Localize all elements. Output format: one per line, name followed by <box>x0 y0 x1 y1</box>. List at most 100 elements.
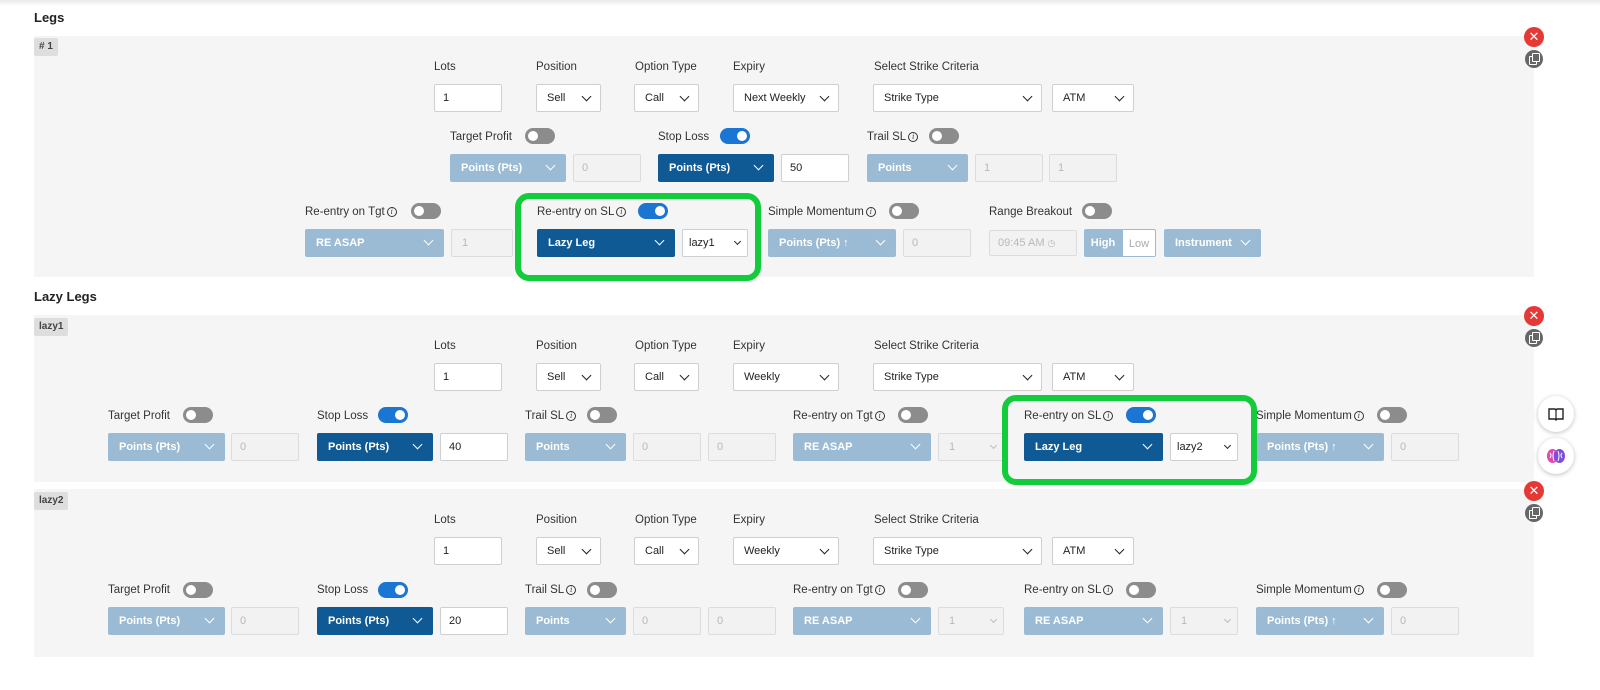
leg-1-lots-input[interactable]: 1 <box>434 84 502 112</box>
leg-1-simple-momentum-value[interactable]: 0 <box>903 229 971 257</box>
leg-1-trail-sl-value-1[interactable]: 1 <box>975 154 1043 182</box>
lazy1-target-profit-toggle[interactable] <box>183 407 213 423</box>
lazy1-target-profit-label: Target Profit <box>108 410 170 422</box>
brain-icon[interactable] <box>1538 438 1574 474</box>
leg-1-reentry-tgt-count-select[interactable]: 1 <box>451 229 513 257</box>
lazy1-trail-sl-value-1[interactable]: 0 <box>633 433 701 461</box>
lazy2-target-profit-type-dropdown[interactable]: Points (Pts) <box>108 607 225 635</box>
lazy1-option-type-select[interactable]: Call <box>634 363 699 391</box>
lazy1-stop-loss-type-dropdown[interactable]: Points (Pts) <box>317 433 433 461</box>
leg-1-stop-loss-value[interactable]: 50 <box>781 154 849 182</box>
leg-1-reentry-tgt-type-dropdown[interactable]: RE ASAP <box>305 229 444 257</box>
leg-1-expiry-select[interactable]: Next Weekly <box>733 84 839 112</box>
lazy2-target-profit-toggle[interactable] <box>183 582 213 598</box>
leg-1-trail-sl-type-dropdown[interactable]: Points <box>867 154 968 182</box>
lazy1-expiry-label: Expiry <box>733 340 765 352</box>
leg-1-strike-type-select[interactable]: Strike Type <box>873 84 1042 112</box>
lazy1-trail-sl-type-dropdown[interactable]: Points <box>525 433 626 461</box>
lazy1-lots-label: Lots <box>434 340 456 352</box>
lazy1-reentry-tgt-toggle[interactable] <box>898 407 928 423</box>
lazy1-strike-criteria-label: Select Strike Criteria <box>874 340 979 352</box>
lazy1-reentry-tgt-count-select[interactable]: 1 <box>938 433 1004 461</box>
lazy2-option-type-select[interactable]: Call <box>634 537 699 565</box>
info-icon: i <box>1353 585 1364 595</box>
highlight-box <box>1002 395 1257 485</box>
lazy-legs-section-title: Lazy Legs <box>34 289 97 304</box>
lazy1-strike-type-select[interactable]: Strike Type <box>873 363 1042 391</box>
leg-1-trail-sl-value-2[interactable]: 1 <box>1049 154 1117 182</box>
leg-1-position-select[interactable]: Sell <box>536 84 601 112</box>
lazy2-simple-momentum-label: Simple Momentum i <box>1256 583 1364 597</box>
lazy2-reentry-sl-toggle[interactable] <box>1126 582 1156 598</box>
lazy1-position-label: Position <box>536 340 577 352</box>
lazy2-stop-loss-type-dropdown[interactable]: Points (Pts) <box>317 607 433 635</box>
lazy2-trail-sl-value-1[interactable]: 0 <box>633 607 701 635</box>
leg-1-delete-icon[interactable]: ✕ <box>1524 27 1544 47</box>
lazy1-simple-momentum-toggle[interactable] <box>1377 407 1407 423</box>
lazy1-lots-input[interactable]: 1 <box>434 363 502 391</box>
leg-1-range-low-button[interactable]: Low <box>1122 229 1156 257</box>
lazy1-trail-sl-toggle[interactable] <box>587 407 617 423</box>
lazy1-position-select[interactable]: Sell <box>536 363 601 391</box>
lazy2-position-select[interactable]: Sell <box>536 537 601 565</box>
lazy2-strike-value-select[interactable]: ATM <box>1052 537 1134 565</box>
lazy2-stop-loss-toggle[interactable] <box>378 582 408 598</box>
lazy2-copy-icon[interactable] <box>1525 504 1543 522</box>
lazy1-reentry-tgt-type-dropdown[interactable]: RE ASAP <box>793 433 931 461</box>
lazy1-expiry-select[interactable]: Weekly <box>733 363 839 391</box>
lazy1-simple-momentum-label: Simple Momentum i <box>1256 409 1364 423</box>
leg-1-target-profit-type-dropdown[interactable]: Points (Pts) <box>450 154 566 182</box>
lazy1-stop-loss-toggle[interactable] <box>378 407 408 423</box>
leg-1-range-breakout-time-input[interactable]: 09:45 AM ◷ <box>989 230 1077 256</box>
leg-1-simple-momentum-type-dropdown[interactable]: Points (Pts) ↑ <box>768 229 896 257</box>
lazy1-target-profit-value[interactable]: 0 <box>231 433 299 461</box>
leg-1-copy-icon[interactable] <box>1525 50 1543 68</box>
lazy2-trail-sl-type-dropdown[interactable]: Points <box>525 607 626 635</box>
lazy2-simple-momentum-toggle[interactable] <box>1377 582 1407 598</box>
lazy2-simple-momentum-value[interactable]: 0 <box>1391 607 1459 635</box>
lazy2-reentry-sl-type-dropdown[interactable]: RE ASAP <box>1024 607 1163 635</box>
lazy2-reentry-tgt-toggle[interactable] <box>898 582 928 598</box>
info-icon: i <box>908 132 919 142</box>
lazy2-reentry-tgt-count-select[interactable]: 1 <box>938 607 1004 635</box>
leg-1-range-breakout-toggle[interactable] <box>1082 203 1112 219</box>
leg-1-range-high-button[interactable]: High <box>1084 229 1122 257</box>
lazy2-expiry-select[interactable]: Weekly <box>733 537 839 565</box>
lazy1-stop-loss-value[interactable]: 40 <box>440 433 508 461</box>
leg-1-target-profit-value[interactable]: 0 <box>573 154 641 182</box>
lazy1-simple-momentum-type-dropdown[interactable]: Points (Pts) ↑ <box>1256 433 1384 461</box>
leg-1-instrument-dropdown[interactable]: Instrument <box>1164 229 1261 257</box>
lazy2-trail-sl-value-2[interactable]: 0 <box>708 607 776 635</box>
book-icon[interactable] <box>1538 396 1574 432</box>
leg-1-simple-momentum-toggle[interactable] <box>889 203 919 219</box>
lazy2-reentry-sl-count-select[interactable]: 1 <box>1170 607 1238 635</box>
lazy1-trail-sl-value-2[interactable]: 0 <box>708 433 776 461</box>
lazy1-strike-value-select[interactable]: ATM <box>1052 363 1134 391</box>
lazy1-delete-icon[interactable]: ✕ <box>1524 306 1544 326</box>
lazy2-lots-input[interactable]: 1 <box>434 537 502 565</box>
leg-1-reentry-tgt-toggle[interactable] <box>411 203 441 219</box>
lazy1-copy-icon[interactable] <box>1525 329 1543 347</box>
lazy2-stop-loss-value[interactable]: 20 <box>440 607 508 635</box>
chevron-down-icon <box>1022 544 1033 555</box>
lazy2-delete-icon[interactable]: ✕ <box>1524 481 1544 501</box>
leg-1-option-type-select[interactable]: Call <box>634 84 699 112</box>
leg-1-range-breakout-label: Range Breakout <box>989 206 1073 218</box>
highlight-box <box>515 193 761 281</box>
lazy2-trail-sl-toggle[interactable] <box>587 582 617 598</box>
lazy2-strike-type-select[interactable]: Strike Type <box>873 537 1042 565</box>
leg-1-stop-loss-type-dropdown[interactable]: Points (Pts) <box>658 154 774 182</box>
lazy2-reentry-tgt-type-dropdown[interactable]: RE ASAP <box>793 607 931 635</box>
leg-1-trail-sl-toggle[interactable] <box>929 128 959 144</box>
lazy1-simple-momentum-value[interactable]: 0 <box>1391 433 1459 461</box>
lazy2-target-profit-value[interactable]: 0 <box>231 607 299 635</box>
brain-icon-svg <box>1547 449 1565 464</box>
chevron-down-icon <box>1363 613 1374 624</box>
lazy1-option-type-label: Option Type <box>635 340 697 352</box>
lazy1-target-profit-type-dropdown[interactable]: Points (Pts) <box>108 433 225 461</box>
leg-1-target-profit-toggle[interactable] <box>525 128 555 144</box>
leg-1-strike-value-select[interactable]: ATM <box>1052 84 1134 112</box>
leg-1-stop-loss-toggle[interactable] <box>720 128 750 144</box>
chevron-down-icon <box>679 91 690 102</box>
lazy2-simple-momentum-type-dropdown[interactable]: Points (Pts) ↑ <box>1256 607 1384 635</box>
